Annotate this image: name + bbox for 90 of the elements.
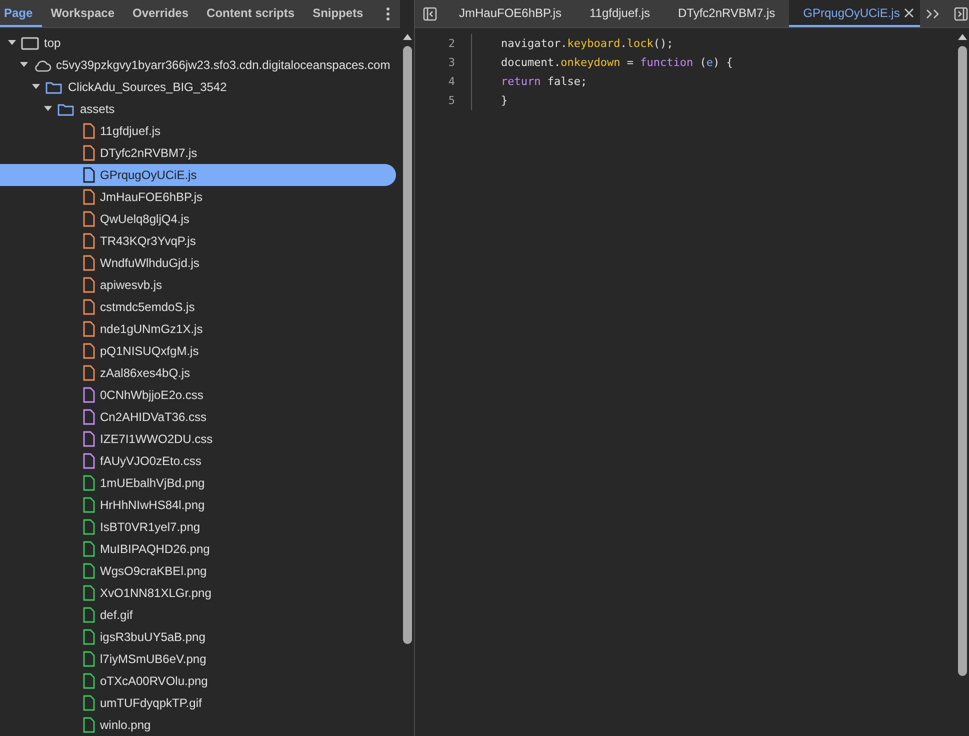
tree-item[interactable]: igsR3buUY5aB.png [0, 626, 400, 648]
tree-item[interactable]: umTUFdyqpkTP.gif [0, 692, 400, 714]
tree-item[interactable]: QwUelq8gljQ4.js [0, 208, 400, 230]
tree-item[interactable]: WgsO9craKBEl.png [0, 560, 400, 582]
expanded-arrow-icon[interactable] [44, 106, 52, 112]
file-icon [83, 651, 95, 667]
cloud-icon [33, 58, 51, 72]
tree-item[interactable]: apiwesvb.js [0, 274, 400, 296]
file-icon [83, 695, 95, 711]
file-icon [83, 211, 95, 227]
file-icon [83, 519, 95, 535]
file-icon [83, 629, 95, 645]
line-number: 3 [447, 55, 455, 71]
file-icon [83, 607, 95, 623]
window-icon [21, 36, 39, 50]
tree-item[interactable]: nde1gUNmGz1X.js [0, 318, 400, 340]
code-line: navigator.keyboard.lock(); [501, 36, 674, 52]
scrollbar-thumb[interactable] [958, 46, 966, 676]
file-icon [83, 277, 95, 293]
tree-item[interactable]: zAal86xes4bQ.js [0, 362, 400, 384]
file-icon [83, 717, 95, 733]
file-icon [83, 321, 95, 337]
file-icon [83, 585, 95, 601]
file-icon [83, 475, 95, 491]
file-icon [83, 255, 95, 271]
file-icon [83, 145, 95, 161]
navigator-tab[interactable]: Workspace [42, 0, 124, 27]
expanded-arrow-icon[interactable] [20, 62, 28, 68]
line-number: 4 [447, 74, 455, 90]
file-icon [83, 123, 95, 139]
code-line: } [501, 93, 509, 109]
tree-item[interactable]: assets [0, 98, 400, 120]
file-icon [83, 497, 95, 513]
code-line: return false; [501, 74, 588, 90]
tree-item[interactable]: TR43KQr3YvqP.js [0, 230, 400, 252]
editor-tab[interactable]: GPrqugOyUCiE.js [789, 0, 920, 27]
file-icon [83, 431, 95, 447]
file-icon [83, 409, 95, 425]
folder-icon [45, 80, 63, 94]
editor-tab[interactable]: JmHauFOE6hBP.js [445, 0, 576, 27]
folder-icon [57, 102, 75, 116]
file-icon [83, 299, 95, 315]
tree-item[interactable]: 11gfdjuef.js [0, 120, 400, 142]
tree-item[interactable]: Cn2AHIDVaT36.css [0, 406, 400, 428]
tree-item[interactable]: fAUyVJO0zEto.css [0, 450, 400, 472]
file-icon [83, 365, 95, 381]
line-number: 5 [447, 93, 455, 109]
tree-item[interactable]: c5vy39pzkgvy1byarr366jw23.sfo3.cdn.digitaloceanspaces.com [0, 54, 400, 76]
tree-item[interactable]: XvO1NN81XLGr.png [0, 582, 400, 604]
tree-item[interactable]: 0CNhWbjjoE2o.css [0, 384, 400, 406]
tree-item[interactable]: pQ1NISUQxfgM.js [0, 340, 400, 362]
line-number: 2 [447, 36, 455, 52]
navigator-tab[interactable]: Snippets [304, 0, 372, 27]
tree-item[interactable]: winlo.png [0, 714, 400, 736]
navigator-tab[interactable]: Overrides [124, 0, 198, 27]
tree-item[interactable]: l7iyMSmUB6eV.png [0, 648, 400, 670]
file-icon [83, 541, 95, 557]
file-icon [83, 673, 95, 689]
scroll-up-icon[interactable] [958, 34, 966, 40]
close-icon [904, 8, 914, 18]
navigator-tab[interactable]: Content scripts [198, 0, 304, 27]
scroll-up-icon[interactable] [402, 34, 412, 40]
expanded-arrow-icon[interactable] [32, 84, 40, 90]
file-icon [83, 387, 95, 403]
editor-tab[interactable]: DTyfc2nRVBM7.js [664, 0, 790, 27]
file-icon [83, 233, 95, 249]
tree-item[interactable]: top [0, 32, 400, 54]
tree-item[interactable]: IZE7I1WWO2DU.css [0, 428, 400, 450]
tree-item[interactable]: DTyfc2nRVBM7.js [0, 142, 400, 164]
tree-item[interactable]: def.gif [0, 604, 400, 626]
tree-item[interactable]: IsBT0VR1yel7.png [0, 516, 400, 538]
file-icon [83, 563, 95, 579]
editor-tab[interactable]: 11gfdjuef.js [576, 0, 664, 27]
tree-item[interactable]: HrHhNIwHS84l.png [0, 494, 400, 516]
tree-item[interactable]: GPrqugOyUCiE.js [0, 164, 396, 186]
scrollbar-thumb[interactable] [402, 46, 412, 644]
tree-item[interactable]: ClickAdu_Sources_BIG_3542 [0, 76, 400, 98]
file-icon [83, 453, 95, 469]
code-line: document.onkeydown = function (e) { [501, 55, 733, 71]
tree-item[interactable]: cstmdc5emdoS.js [0, 296, 400, 318]
tree-item[interactable]: WndfuWlhduGjd.js [0, 252, 400, 274]
file-icon [83, 343, 95, 359]
file-icon [83, 167, 95, 183]
file-icon [83, 189, 95, 205]
tree-item[interactable]: oTXcA00RVOlu.png [0, 670, 400, 692]
navigator-tab[interactable]: Page [0, 0, 42, 27]
tree-item[interactable]: JmHauFOE6hBP.js [0, 186, 400, 208]
tree-item[interactable]: MuIBIPAQHD26.png [0, 538, 400, 560]
expanded-arrow-icon[interactable] [8, 40, 16, 46]
tree-item[interactable]: 1mUEbalhVjBd.png [0, 472, 400, 494]
